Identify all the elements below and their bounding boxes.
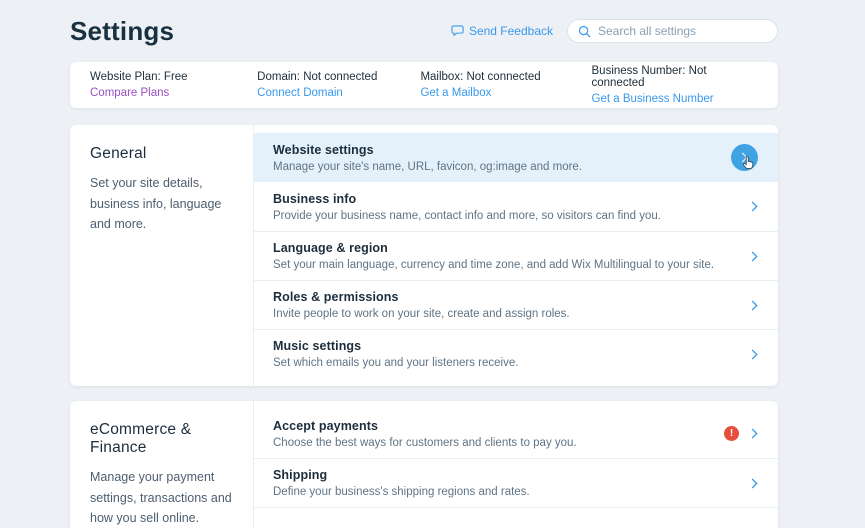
status-label: Business Number: Not connected <box>592 65 759 89</box>
status-label: Domain: Not connected <box>257 71 420 83</box>
row-title: Business info <box>273 192 751 206</box>
section-ecommerce-info: eCommerce & Finance Manage your payment … <box>70 401 253 528</box>
row-title: Language & region <box>273 241 751 255</box>
search-icon <box>578 25 591 38</box>
chevron-right-icon <box>751 478 758 489</box>
row-business-info[interactable]: Business info Provide your business name… <box>254 182 778 231</box>
row-roles-permissions[interactable]: Roles & permissions Invite people to wor… <box>254 280 778 329</box>
send-feedback-label: Send Feedback <box>469 24 553 38</box>
settings-page: Settings Send Feedback Website Plan: Fre… <box>70 0 778 528</box>
row-title: Music settings <box>273 339 751 353</box>
connect-domain-link[interactable]: Connect Domain <box>257 87 420 99</box>
row-website-settings[interactable]: Website settings Manage your site's name… <box>254 133 778 182</box>
alert-icon: ! <box>724 426 739 441</box>
chevron-right-icon <box>751 251 758 262</box>
status-label: Website Plan: Free <box>90 71 257 83</box>
row-title: Website settings <box>273 143 731 157</box>
section-general-info: General Set your site details, business … <box>70 125 253 386</box>
section-description: Manage your payment settings, transactio… <box>90 467 239 528</box>
row-description: Set your main language, currency and tim… <box>273 259 751 271</box>
chevron-right-icon <box>751 428 758 439</box>
row-title: Roles & permissions <box>273 290 751 304</box>
header-actions: Send Feedback <box>451 19 778 43</box>
section-ecommerce-finance: eCommerce & Finance Manage your payment … <box>70 401 778 528</box>
row-description: Invite people to work on your site, crea… <box>273 308 751 320</box>
get-mailbox-link[interactable]: Get a Mailbox <box>420 87 591 99</box>
mouse-cursor-icon <box>741 155 756 177</box>
row-description: Define your business's shipping regions … <box>273 486 751 498</box>
chevron-right-icon <box>751 300 758 311</box>
open-website-settings-button[interactable] <box>731 144 758 171</box>
row-description: Provide your business name, contact info… <box>273 210 751 222</box>
row-accept-payments[interactable]: Accept payments Choose the best ways for… <box>254 409 778 458</box>
section-general-rows: Website settings Manage your site's name… <box>253 125 778 386</box>
send-feedback-button[interactable]: Send Feedback <box>451 24 553 38</box>
row-language-region[interactable]: Language & region Set your main language… <box>254 231 778 280</box>
get-business-number-link[interactable]: Get a Business Number <box>592 93 759 105</box>
page-title: Settings <box>70 16 174 47</box>
status-item-website-plan: Website Plan: Free Compare Plans <box>90 71 257 99</box>
section-title: eCommerce & Finance <box>90 421 239 457</box>
row-description: Manage your site's name, URL, favicon, o… <box>273 161 731 173</box>
plan-status-bar: Website Plan: Free Compare Plans Domain:… <box>70 62 778 108</box>
section-title: General <box>90 145 239 163</box>
feedback-bubble-icon <box>451 25 464 37</box>
compare-plans-link[interactable]: Compare Plans <box>90 87 257 99</box>
row-description: Choose the best ways for customers and c… <box>273 437 724 449</box>
chevron-right-icon <box>751 349 758 360</box>
status-item-mailbox: Mailbox: Not connected Get a Mailbox <box>420 71 591 99</box>
chevron-right-icon <box>751 201 758 212</box>
search-input[interactable] <box>598 24 767 38</box>
row-shipping[interactable]: Shipping Define your business's shipping… <box>254 458 778 507</box>
row-music-settings[interactable]: Music settings Set which emails you and … <box>254 329 778 378</box>
page-header: Settings Send Feedback <box>70 0 778 48</box>
section-general: General Set your site details, business … <box>70 125 778 386</box>
status-label: Mailbox: Not connected <box>420 71 591 83</box>
row-title: Shipping <box>273 468 751 482</box>
row-partial-cutoff <box>254 507 778 525</box>
status-item-business-number: Business Number: Not connected Get a Bus… <box>592 65 759 105</box>
section-ecommerce-rows: Accept payments Choose the best ways for… <box>253 401 778 528</box>
search-box[interactable] <box>567 19 778 43</box>
status-item-domain: Domain: Not connected Connect Domain <box>257 71 420 99</box>
section-description: Set your site details, business info, la… <box>90 173 239 235</box>
row-description: Set which emails you and your listeners … <box>273 357 751 369</box>
row-title: Accept payments <box>273 419 724 433</box>
